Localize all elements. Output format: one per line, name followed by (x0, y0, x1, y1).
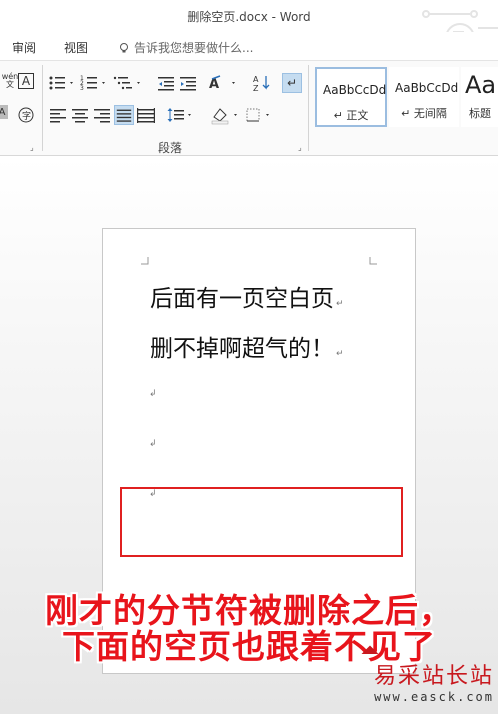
ribbon: wén 文 A A 字 123 A AZ ↵ 段落 ⌟ ⌟ AaBbCcDd ↵… (0, 60, 498, 156)
svg-text:A: A (209, 77, 219, 92)
font-dialog-launcher-icon[interactable]: ⌟ (30, 143, 38, 152)
separator (42, 65, 43, 151)
styles-gallery: AaBbCcDd ↵ 正文 AaBbCcDd ↵ 无间隔 Aa 标题 (313, 67, 498, 129)
style-no-spacing-name: ↵ 无间隔 (401, 107, 447, 120)
character-shading-button[interactable]: A (0, 105, 8, 119)
watermark: 易采站长站 www.easck.com (361, 645, 494, 704)
separator (308, 65, 309, 151)
paragraph-mark: ↵ (336, 299, 344, 309)
borders-icon[interactable] (244, 105, 274, 125)
lightbulb-icon (120, 42, 128, 52)
style-no-spacing[interactable]: AaBbCcDd ↵ 无间隔 (389, 67, 459, 127)
empty-paragraph-mark[interactable]: ↲ (149, 439, 157, 449)
svg-text:3: 3 (80, 85, 84, 92)
align-left-icon[interactable] (48, 105, 68, 125)
decrease-indent-icon[interactable] (156, 73, 176, 93)
svg-text:字: 字 (22, 110, 31, 122)
distributed-icon[interactable] (136, 105, 156, 125)
paragraph-dialog-launcher-icon[interactable]: ⌟ (298, 143, 306, 152)
style-normal-name: ↵ 正文 (333, 109, 369, 122)
chinese-layout-icon[interactable]: A (208, 73, 238, 93)
tell-me-text: 告诉我您想要做什么... (134, 41, 254, 55)
style-normal-sample: AaBbCcDd (323, 83, 387, 97)
margin-corner-top-right (369, 257, 377, 265)
svg-text:A: A (253, 75, 259, 84)
ribbon-tab-row: 审阅 视图 告诉我您想要做什么... (0, 32, 498, 60)
shading-icon[interactable] (210, 105, 240, 125)
paragraph-group-label: 段落 (157, 141, 182, 155)
bullets-icon[interactable] (48, 73, 76, 93)
document-line-text: 删不掉啊超气的！ (150, 336, 334, 362)
tell-me-box[interactable]: 告诉我您想要做什么... (118, 39, 253, 56)
align-right-icon[interactable] (92, 105, 112, 125)
document-line[interactable]: 后面有一页空白页 ↵ (150, 279, 344, 313)
justify-icon[interactable] (114, 105, 134, 125)
paragraph-mark: ↵ (336, 349, 344, 359)
empty-paragraph-mark[interactable]: ↲ (149, 389, 157, 399)
style-heading[interactable]: Aa 标题 (461, 67, 498, 127)
tab-view[interactable]: 视图 (64, 39, 88, 56)
increase-indent-icon[interactable] (178, 73, 198, 93)
style-normal[interactable]: AaBbCcDd ↵ 正文 (315, 67, 387, 127)
document-line[interactable]: 删不掉啊超气的！ ↵ (150, 329, 344, 363)
phonetic-guide-button[interactable]: wén 文 (0, 71, 20, 91)
svg-text:Z: Z (253, 84, 259, 93)
show-formatting-marks-button[interactable]: ↵ (282, 73, 302, 93)
style-no-spacing-sample: AaBbCcDd (395, 81, 459, 95)
watermark-brand: 易采站长站 (373, 664, 494, 689)
document-line-text: 后面有一页空白页 (150, 286, 334, 312)
sort-icon[interactable]: AZ (252, 73, 272, 93)
margin-corner-top-left (141, 257, 149, 265)
line-spacing-icon[interactable] (166, 105, 194, 125)
watermark-url: www.easck.com (374, 690, 494, 704)
align-center-icon[interactable] (70, 105, 90, 125)
style-heading-sample: Aa (465, 71, 497, 99)
title-bar: 删除空页.docx - Word (0, 0, 498, 53)
multilevel-list-icon[interactable] (112, 73, 144, 93)
style-heading-name: 标题 (469, 107, 491, 120)
enclose-character-icon[interactable]: 字 (16, 105, 36, 125)
tab-review[interactable]: 审阅 (12, 39, 36, 56)
numbering-icon[interactable]: 123 (80, 73, 108, 93)
character-border-button[interactable]: A (18, 73, 34, 89)
highlight-box (120, 487, 403, 557)
